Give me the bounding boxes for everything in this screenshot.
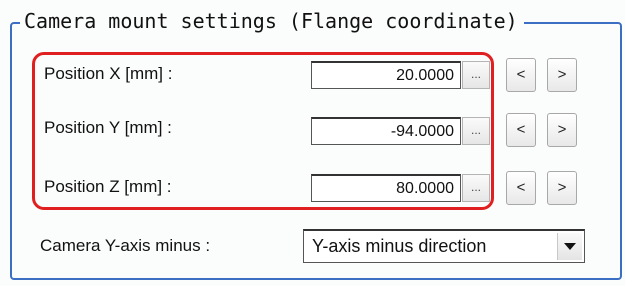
- group-title: Camera mount settings (Flange coordinate…: [20, 8, 524, 34]
- position-z-field[interactable]: 80.0000: [311, 174, 461, 202]
- position-x-increment-button[interactable]: >: [547, 58, 577, 92]
- camera-y-axis-selected-value: Y-axis minus direction: [312, 236, 487, 256]
- position-x-decrement-button[interactable]: <: [506, 58, 536, 92]
- position-y-field[interactable]: -94.0000: [311, 117, 461, 145]
- settings-panel: Camera mount settings (Flange coordinate…: [0, 0, 625, 286]
- camera-y-axis-label: Camera Y-axis minus :: [40, 236, 211, 255]
- position-y-ellipsis-button[interactable]: ...: [462, 117, 490, 145]
- position-y-increment-button[interactable]: >: [547, 113, 577, 147]
- position-z-decrement-button[interactable]: <: [506, 171, 536, 205]
- position-z-label: Position Z [mm] :: [44, 177, 172, 196]
- position-y-decrement-button[interactable]: <: [506, 113, 536, 147]
- position-x-field[interactable]: 20.0000: [311, 61, 461, 89]
- camera-y-axis-select[interactable]: Y-axis minus direction: [303, 229, 585, 263]
- position-z-ellipsis-button[interactable]: ...: [462, 174, 490, 202]
- position-z-increment-button[interactable]: >: [547, 171, 577, 205]
- position-x-label: Position X [mm] :: [44, 64, 173, 83]
- position-y-label: Position Y [mm] :: [44, 118, 172, 137]
- position-x-ellipsis-button[interactable]: ...: [462, 61, 490, 89]
- dropdown-button[interactable]: [557, 233, 582, 260]
- chevron-down-icon: [564, 243, 576, 250]
